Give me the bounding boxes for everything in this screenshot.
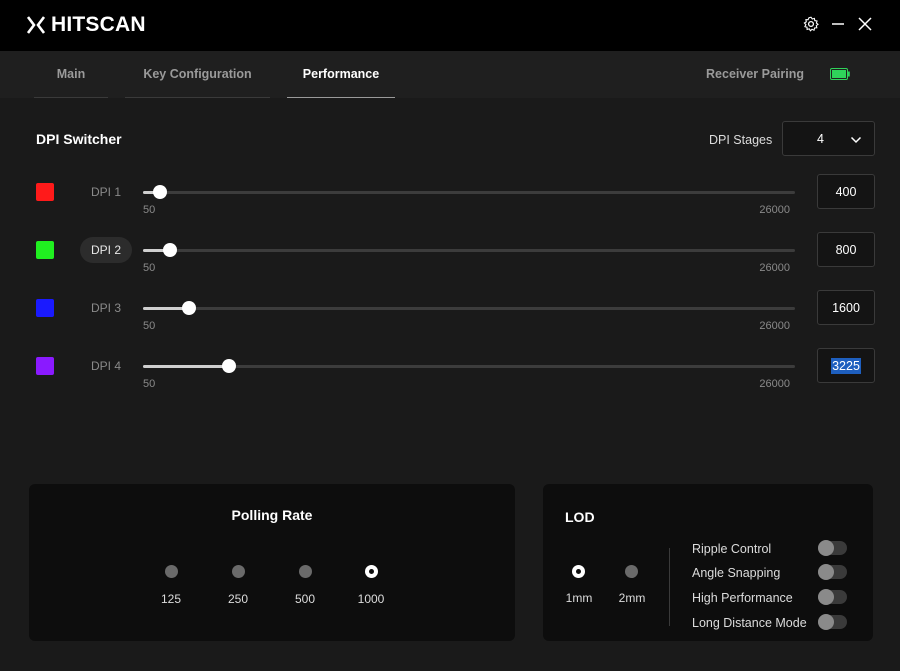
title-bar: HITSCAN [0,0,900,51]
app-logo: HITSCAN [26,13,146,37]
close-icon[interactable] [855,14,875,34]
receiver-pairing-link[interactable]: Receiver Pairing [706,67,804,81]
polling-rate-card: Polling Rate 125 250 500 1000 [29,484,515,641]
long-distance-mode-label: Long Distance Mode [692,616,807,630]
polling-rate-radio[interactable] [365,565,378,578]
dpi-slider-fill [143,365,230,368]
toggle-knob [818,540,834,556]
tab-key-configuration[interactable]: Key Configuration [125,51,270,98]
dpi-max-label: 26000 [759,378,790,390]
dpi-color-swatch[interactable] [36,299,54,317]
battery-icon [830,67,850,80]
dpi-max-label: 26000 [759,262,790,274]
ripple-control-toggle[interactable] [818,540,847,556]
tab-performance[interactable]: Performance [287,51,395,98]
minimize-icon[interactable] [828,14,848,34]
ripple-control-label: Ripple Control [692,542,772,556]
hitscan-logo-icon [26,16,46,34]
polling-rate-label: 1000 [357,592,385,606]
dpi-color-swatch[interactable] [36,183,54,201]
dpi-min-label: 50 [143,204,156,216]
dpi-slider[interactable] [143,301,795,315]
angle-snapping-toggle[interactable] [818,564,847,580]
dpi-slider-thumb[interactable] [152,185,167,199]
lod-label: 2mm [618,591,646,605]
dpi-label[interactable]: DPI 4 [80,353,132,379]
long-distance-mode-toggle[interactable] [818,614,847,630]
high-performance-label: High Performance [692,591,793,605]
dpi-slider[interactable] [143,359,795,373]
dpi-slider-thumb[interactable] [181,301,196,315]
dpi-min-label: 50 [143,320,156,332]
dpi-label[interactable]: DPI 2 [80,237,132,263]
dpi-color-swatch[interactable] [36,357,54,375]
polling-rate-label: 125 [160,592,182,606]
tab-main[interactable]: Main [34,51,108,98]
dpi-stages-label: DPI Stages [709,133,773,147]
dpi-stages-value: 4 [817,132,824,146]
polling-rate-radio[interactable] [165,565,178,578]
dpi-value-input[interactable]: 800 [817,232,875,267]
dpi-slider-thumb[interactable] [162,243,177,257]
lod-radio[interactable] [625,565,638,578]
dpi-max-label: 26000 [759,320,790,332]
polling-rate-label: 500 [294,592,316,606]
dpi-row-2: DPI 2 50 26000 800 [0,232,900,282]
toggle-knob [818,564,834,580]
polling-rate-radio[interactable] [232,565,245,578]
settings-gear-icon[interactable] [801,14,821,34]
dpi-value-input[interactable]: 3225 [817,348,875,383]
dpi-min-label: 50 [143,262,156,274]
polling-rate-radio[interactable] [299,565,312,578]
app-title: HITSCAN [51,13,146,36]
lod-divider [669,548,670,626]
chevron-down-icon [850,133,862,151]
dpi-slider[interactable] [143,243,795,257]
dpi-slider-thumb[interactable] [222,359,237,373]
dpi-row-1: DPI 1 50 26000 400 [0,174,900,224]
lod-label: 1mm [565,591,593,605]
high-performance-toggle[interactable] [818,589,847,605]
dpi-row-3: DPI 3 50 26000 1600 [0,290,900,340]
polling-rate-label: 250 [227,592,249,606]
tab-bar: Main Key Configuration Performance Recei… [0,51,900,98]
dpi-slider[interactable] [143,185,795,199]
toggle-knob [818,589,834,605]
lod-title: LOD [565,509,595,525]
dpi-row-4: DPI 4 50 26000 3225 [0,348,900,398]
dpi-value-input[interactable]: 400 [817,174,875,209]
dpi-label[interactable]: DPI 3 [80,295,132,321]
dpi-stages-select[interactable]: 4 [782,121,875,156]
dpi-min-label: 50 [143,378,156,390]
polling-rate-title: Polling Rate [231,507,313,523]
dpi-color-swatch[interactable] [36,241,54,259]
dpi-value-input[interactable]: 1600 [817,290,875,325]
dpi-switcher-title: DPI Switcher [36,131,122,147]
toggle-knob [818,614,834,630]
dpi-label[interactable]: DPI 1 [80,179,132,205]
dpi-max-label: 26000 [759,204,790,216]
angle-snapping-label: Angle Snapping [692,566,781,580]
lod-radio[interactable] [572,565,585,578]
